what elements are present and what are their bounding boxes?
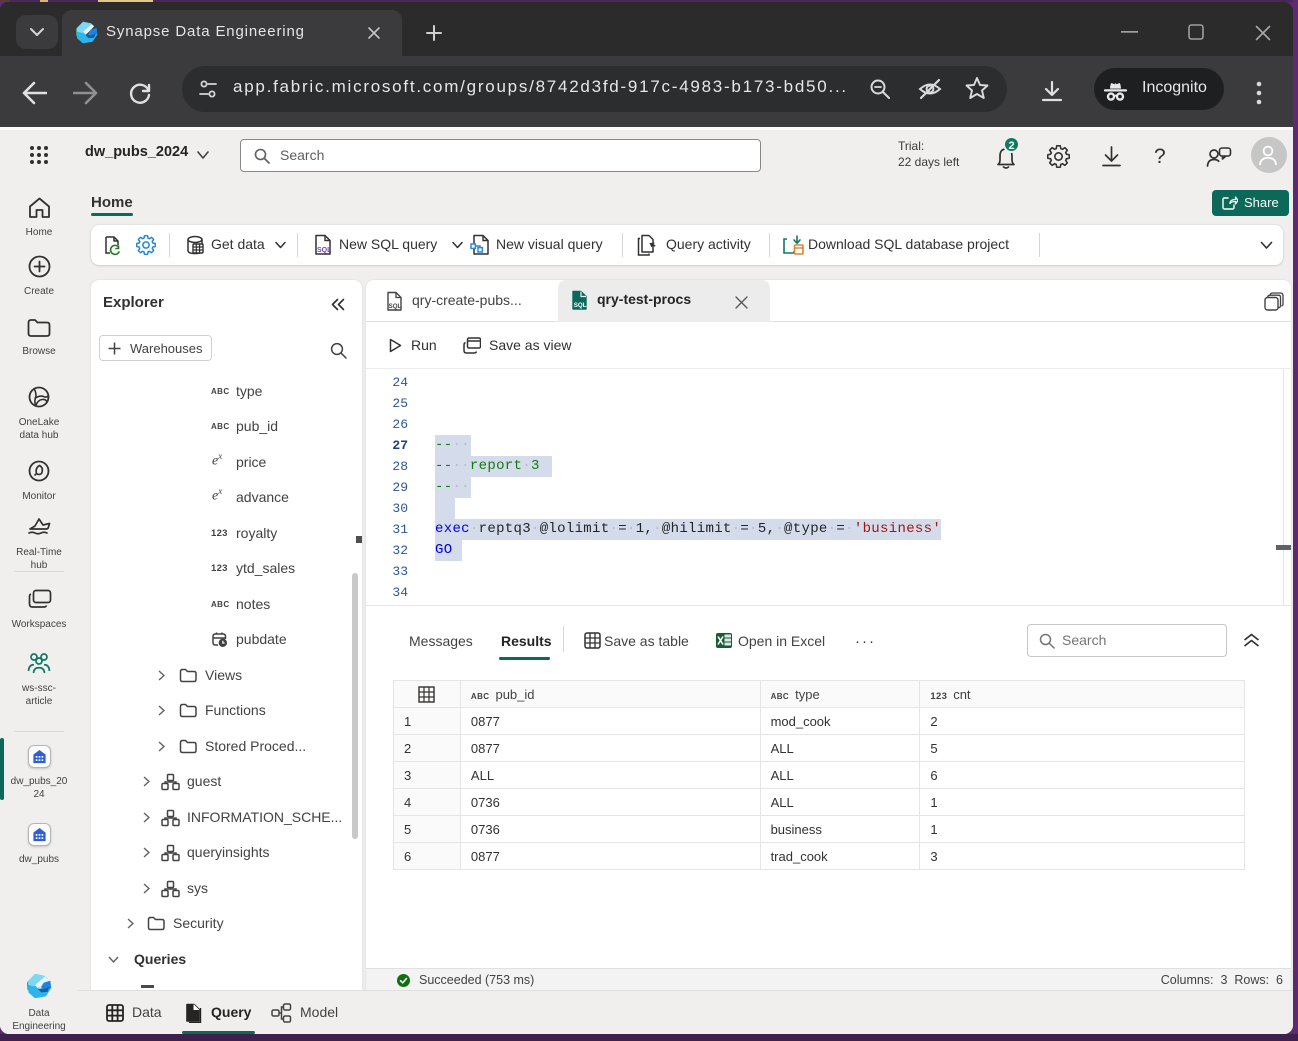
svg-text:SQL: SQL <box>574 302 587 309</box>
svg-text:SQL: SQL <box>317 247 332 254</box>
svg-text:SQL: SQL <box>389 303 402 310</box>
